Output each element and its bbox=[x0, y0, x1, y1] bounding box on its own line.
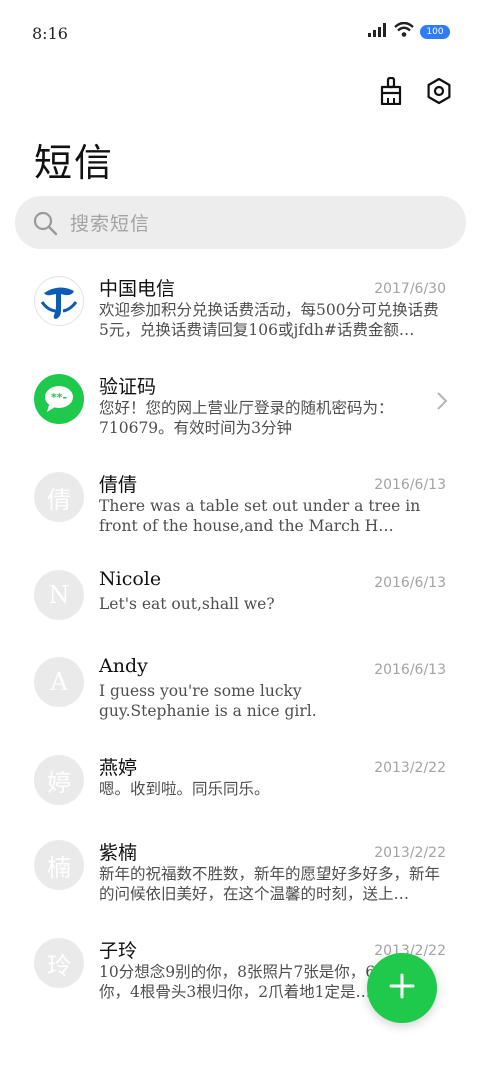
new-message-button[interactable] bbox=[367, 953, 437, 1023]
message-preview: I guess you're some lucky guy.Stephanie … bbox=[99, 682, 317, 720]
page-title: 短信 bbox=[34, 141, 115, 185]
status-icons: 100 bbox=[368, 21, 450, 41]
message-date: 2016/6/13 bbox=[374, 477, 446, 493]
avatar: 婷 bbox=[34, 755, 84, 805]
status-bar: 8:16 100 bbox=[0, 0, 480, 66]
message-preview: 您好！您的网上营业厅登录的随机密码为：710679。有效时间为3分钟 bbox=[99, 399, 394, 437]
battery-icon: 100 bbox=[420, 24, 450, 39]
message-date: 2013/2/22 bbox=[374, 760, 446, 776]
message-date: 2016/6/13 bbox=[374, 662, 446, 678]
conversation-row[interactable]: 婷 燕婷 2013/2/22 嗯。收到啦。同乐同乐。 bbox=[0, 741, 480, 826]
message-preview: 嗯。收到啦。同乐同乐。 bbox=[99, 780, 270, 798]
contact-name: 燕婷 bbox=[99, 757, 138, 779]
contact-name: 倩倩 bbox=[99, 474, 138, 496]
message-preview: Let's eat out,shall we? bbox=[99, 595, 275, 613]
settings-button[interactable] bbox=[424, 77, 454, 109]
message-date: 2017/6/30 bbox=[374, 281, 446, 297]
contact-name: 紫楠 bbox=[99, 842, 138, 864]
brush-icon bbox=[378, 76, 404, 109]
message-bubble-icon: **- bbox=[34, 374, 84, 424]
status-time: 8:16 bbox=[32, 24, 68, 43]
avatar: 倩 bbox=[34, 472, 84, 522]
message-preview: 欢迎参加积分兑换话费活动，每500分可兑换话费5元，兑换话费请回复106或jfd… bbox=[99, 301, 439, 339]
search-icon bbox=[32, 210, 58, 236]
signal-icon bbox=[368, 22, 388, 41]
contact-name: Andy bbox=[99, 655, 148, 677]
plus-icon bbox=[388, 972, 416, 1004]
message-preview: There was a table set out under a tree i… bbox=[99, 497, 421, 535]
search-placeholder: 搜索短信 bbox=[70, 213, 151, 235]
avatar: 楠 bbox=[34, 840, 84, 890]
message-date: 2016/6/13 bbox=[374, 575, 446, 591]
search-bar[interactable]: 搜索短信 bbox=[15, 196, 466, 249]
wifi-icon bbox=[394, 21, 414, 41]
china-telecom-logo bbox=[34, 276, 84, 326]
avatar: 玲 bbox=[34, 938, 84, 988]
conversation-row[interactable]: A Andy 2016/6/13 I guess you're some luc… bbox=[0, 643, 480, 741]
contact-name: 验证码 bbox=[99, 376, 157, 398]
conversation-list: 中国电信 2017/6/30 欢迎参加积分兑换话费活动，每500分可兑换话费5元… bbox=[0, 262, 480, 1022]
message-date: 2013/2/22 bbox=[374, 845, 446, 861]
conversation-row[interactable]: 中国电信 2017/6/30 欢迎参加积分兑换话费活动，每500分可兑换话费5元… bbox=[0, 262, 480, 360]
conversation-row[interactable]: **- 验证码 您好！您的网上营业厅登录的随机密码为：710679。有效时间为3… bbox=[0, 360, 480, 458]
contact-name: 中国电信 bbox=[99, 278, 176, 300]
conversation-row[interactable]: N Nicole 2016/6/13 Let's eat out,shall w… bbox=[0, 556, 480, 643]
top-actions bbox=[376, 76, 454, 109]
avatar: N bbox=[34, 570, 84, 620]
conversation-row[interactable]: 倩 倩倩 2016/6/13 There was a table set out… bbox=[0, 458, 480, 556]
message-preview: 新年的祝福数不胜数，新年的愿望好多好多，新年的问候依旧美好，在这个温馨的时刻，送… bbox=[99, 865, 441, 903]
avatar: A bbox=[34, 657, 84, 707]
svg-text:**-: **- bbox=[51, 391, 67, 404]
contact-name: Nicole bbox=[99, 568, 162, 590]
chevron-right-icon[interactable] bbox=[436, 391, 448, 415]
clean-button[interactable] bbox=[376, 76, 406, 109]
gear-icon bbox=[425, 77, 453, 109]
conversation-row[interactable]: 楠 紫楠 2013/2/22 新年的祝福数不胜数，新年的愿望好多好多，新年的问候… bbox=[0, 826, 480, 924]
contact-name: 子玲 bbox=[99, 940, 138, 962]
